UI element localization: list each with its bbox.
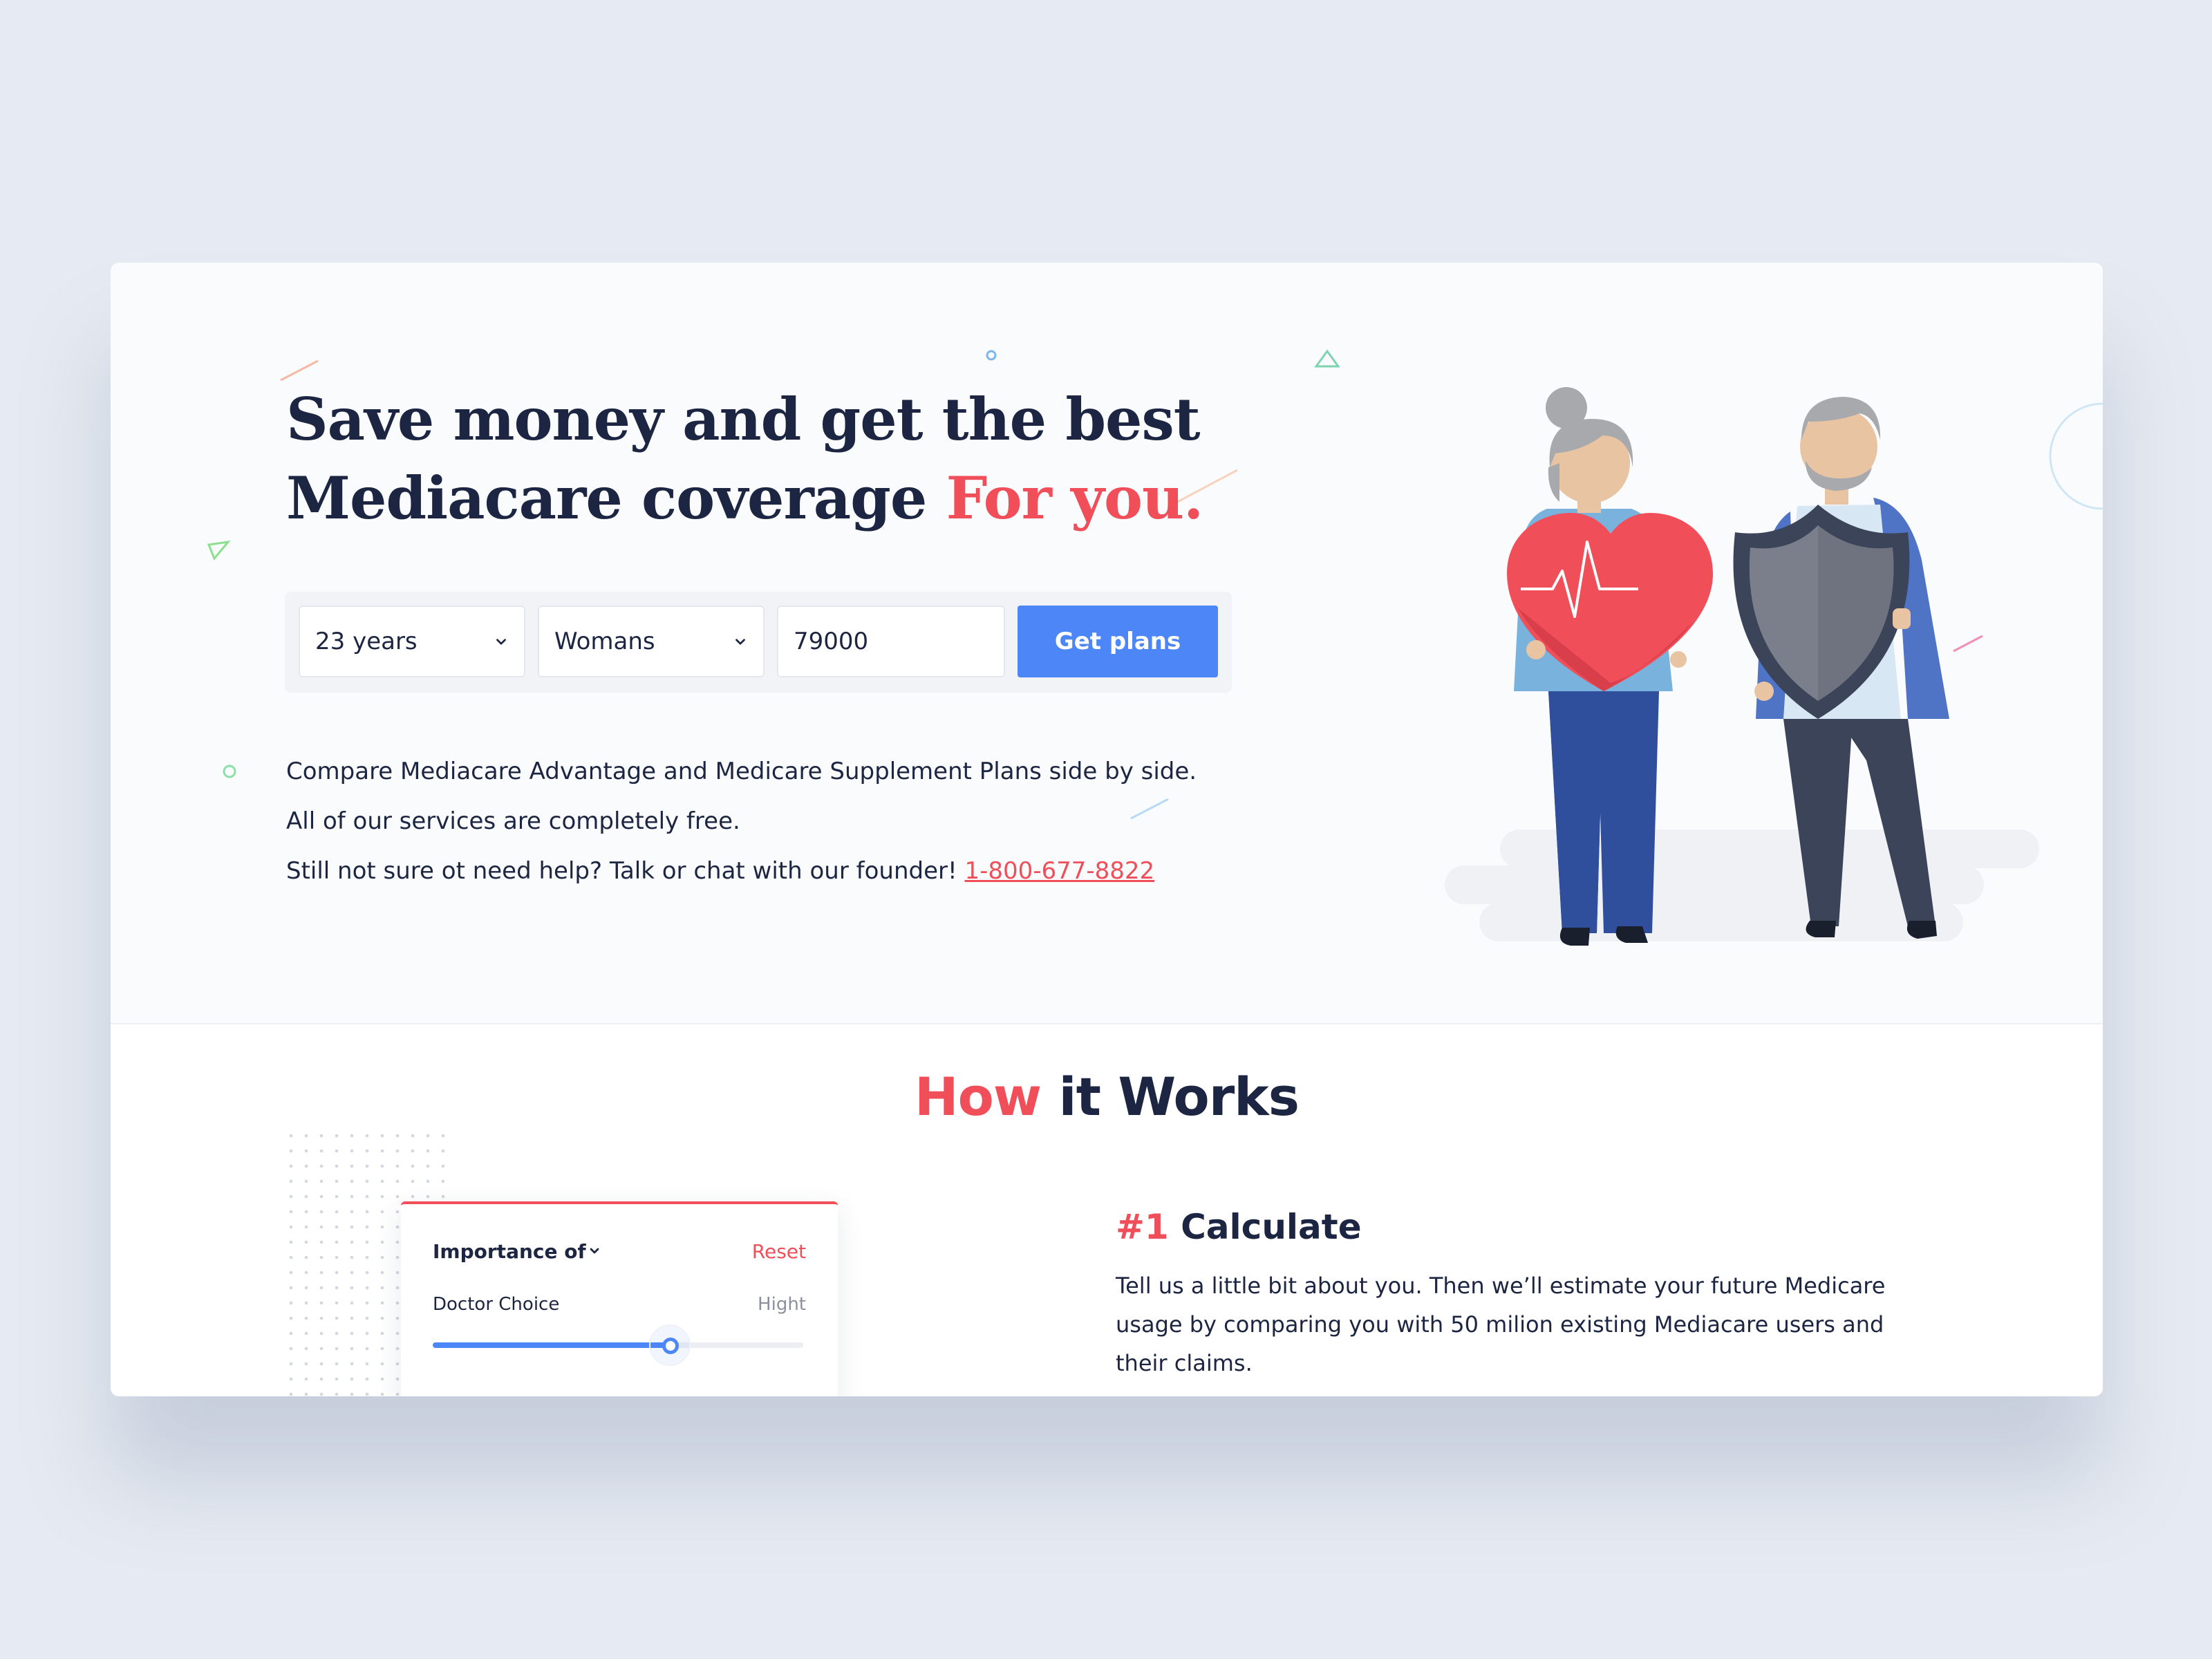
- zip-code-value: 79000: [794, 628, 869, 655]
- chevron-down-icon: [735, 639, 745, 645]
- age-select[interactable]: 23 years: [299, 606, 525, 677]
- age-select-value: 23 years: [315, 628, 418, 655]
- chevron-down-icon[interactable]: [588, 1244, 601, 1258]
- slider-thumb[interactable]: [649, 1324, 691, 1366]
- headline-accent: For you.: [946, 464, 1204, 532]
- zip-code-input[interactable]: 79000: [777, 606, 1005, 677]
- couple-illustration: [1445, 387, 2039, 946]
- gender-select[interactable]: Womans: [538, 606, 765, 677]
- slider-fill: [433, 1342, 671, 1348]
- headline-line-2: Mediacare coverage: [286, 464, 927, 532]
- step-title: #1 Calculate: [1116, 1207, 1911, 1247]
- headline-line-1: Save money and get the best: [286, 385, 1201, 453]
- description-line-3: Still not sure ot need help? Talk or cha…: [286, 846, 1197, 896]
- criterion-value: Hight: [758, 1294, 806, 1315]
- description-line-1: Compare Mediacare Advantage and Medicare…: [286, 758, 1197, 785]
- step-1: #1 Calculate Tell us a little bit about …: [1116, 1207, 1911, 1382]
- description-line-3-text: Still not sure ot need help? Talk or cha…: [286, 857, 957, 885]
- hero-description: Compare Mediacare Advantage and Medicare…: [286, 747, 1197, 896]
- gender-select-value: Womans: [554, 628, 655, 655]
- how-it-works-section: How it Works Importance of Reset Doctor …: [111, 1024, 2103, 1396]
- importance-panel: Importance of Reset Doctor Choice Hight: [401, 1201, 838, 1396]
- chevron-down-icon: [496, 639, 506, 645]
- how-it-works-title: How it Works: [111, 1066, 2103, 1127]
- importance-dropdown[interactable]: Importance of: [433, 1240, 586, 1263]
- importance-slider[interactable]: [433, 1324, 803, 1366]
- hero-headline: Save money and get the best Mediacare co…: [286, 380, 1203, 538]
- step-number: #1: [1116, 1207, 1169, 1247]
- landing-card: Save money and get the best Mediacare co…: [111, 263, 2103, 1396]
- plan-search-form: 23 years Womans 79000 Get plans: [285, 592, 1232, 693]
- reset-button[interactable]: Reset: [752, 1240, 806, 1263]
- ground-cloud-shape: [1445, 830, 2039, 941]
- how-title-accent: How: [915, 1066, 1042, 1127]
- get-plans-button[interactable]: Get plans: [1018, 606, 1218, 677]
- how-title-rest: it Works: [1058, 1066, 1300, 1127]
- step-description: Tell us a little bit about you. Then we’…: [1116, 1273, 1886, 1376]
- step-title-text: Calculate: [1181, 1207, 1362, 1247]
- hero-section: Save money and get the best Mediacare co…: [111, 263, 2103, 1024]
- founder-phone-link[interactable]: 1-800-677-8822: [964, 857, 1154, 885]
- criterion-label: Doctor Choice: [433, 1294, 560, 1315]
- description-line-2: All of our services are completely free.: [286, 807, 740, 835]
